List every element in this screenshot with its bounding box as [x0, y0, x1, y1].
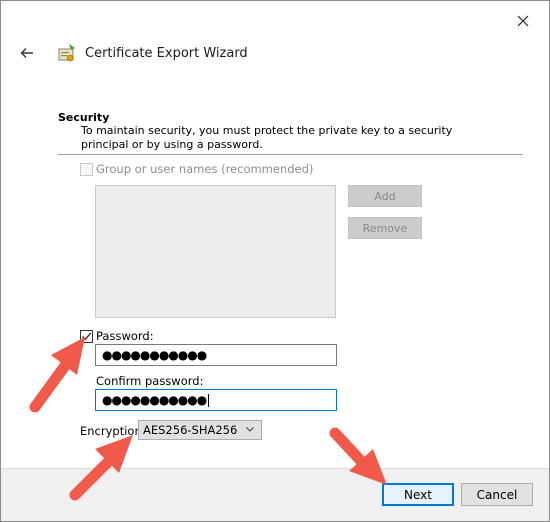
next-button[interactable]: Next — [382, 483, 454, 506]
section-description: To maintain security, you must protect t… — [81, 124, 453, 151]
password-label: Password: — [96, 329, 154, 343]
group-or-user-label: Group or user names (recommended) — [96, 162, 314, 176]
divider — [58, 154, 523, 155]
text-caret — [208, 393, 210, 407]
password-value: ●●●●●●●●●●● — [102, 348, 207, 362]
add-button[interactable]: Add — [348, 185, 422, 207]
section-heading: Security — [58, 111, 110, 124]
certificate-wizard-icon — [58, 44, 75, 62]
wizard-footer: Next Cancel — [1, 468, 549, 521]
group-user-listbox[interactable] — [95, 185, 336, 318]
password-input[interactable]: ●●●●●●●●●●● — [95, 344, 337, 366]
confirm-password-value: ●●●●●●●●●●● — [102, 393, 207, 407]
back-button[interactable] — [17, 43, 37, 63]
wizard-title: Certificate Export Wizard — [85, 45, 248, 61]
encryption-selected-value: AES256-SHA256 — [143, 423, 238, 437]
confirm-password-label: Confirm password: — [96, 374, 204, 388]
checkmark-icon — [82, 332, 92, 341]
close-icon — [517, 15, 529, 27]
cancel-button[interactable]: Cancel — [461, 483, 533, 506]
close-button[interactable] — [503, 5, 543, 37]
wizard-header: Certificate Export Wizard — [17, 39, 248, 67]
chevron-down-icon — [246, 427, 254, 432]
encryption-select[interactable]: AES256-SHA256 — [138, 420, 262, 440]
remove-button[interactable]: Remove — [348, 217, 422, 239]
certificate-export-wizard-window: Certificate Export Wizard Security To ma… — [0, 0, 550, 522]
encryption-label: Encryption: — [80, 424, 146, 438]
back-arrow-icon — [20, 48, 33, 58]
group-or-user-checkbox[interactable] — [80, 163, 93, 176]
annotation-arrow-password — [29, 337, 85, 413]
password-checkbox[interactable] — [80, 330, 93, 343]
confirm-password-input[interactable]: ●●●●●●●●●●● — [95, 389, 337, 411]
